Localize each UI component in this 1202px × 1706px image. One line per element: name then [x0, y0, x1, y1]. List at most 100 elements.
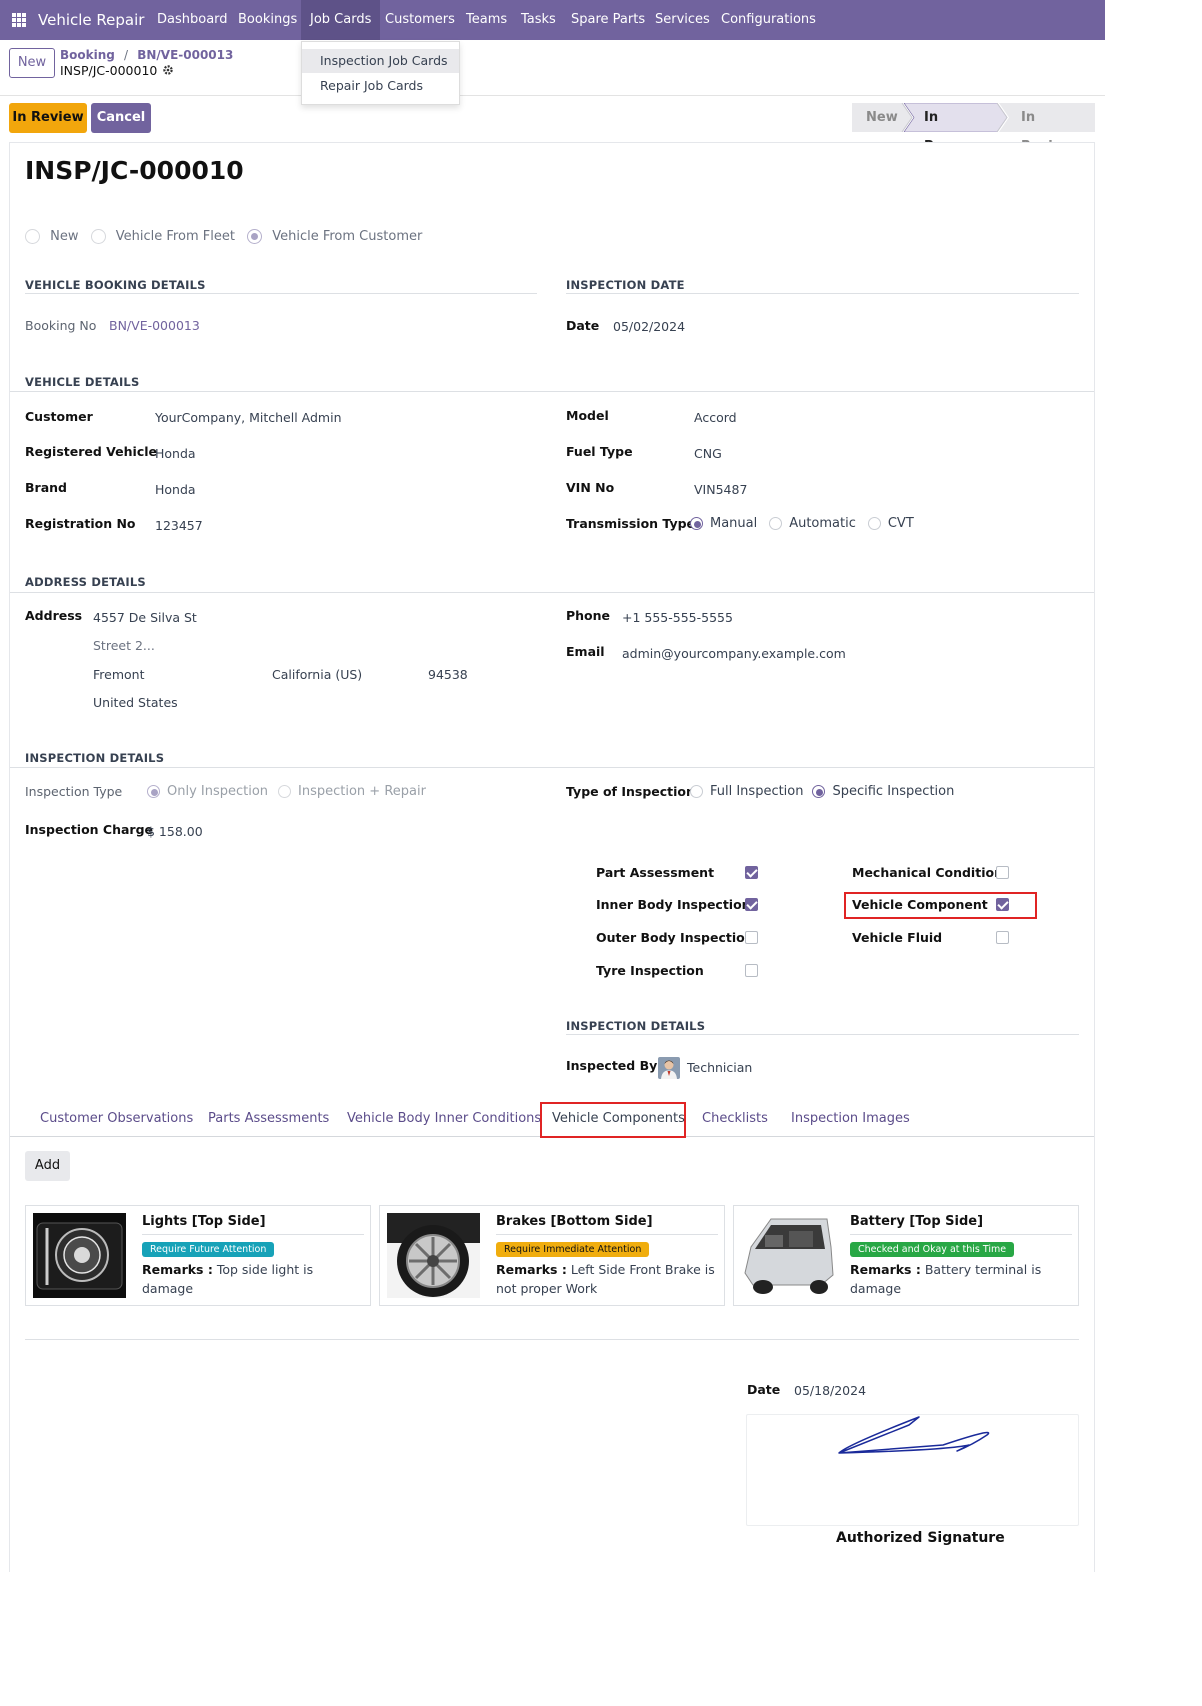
- signature-date-value[interactable]: 05/18/2024: [794, 1383, 866, 1398]
- gear-icon[interactable]: [162, 64, 174, 76]
- vin-no-value[interactable]: VIN5487: [694, 482, 747, 497]
- radio-specific-inspection[interactable]: [812, 785, 826, 798]
- menu-spare-parts[interactable]: Spare Parts: [571, 0, 645, 40]
- radio-new[interactable]: [25, 229, 40, 244]
- radio-manual-label: Manual: [709, 516, 758, 531]
- menu-customers[interactable]: Customers: [385, 0, 455, 40]
- apps-grid-icon[interactable]: [12, 13, 26, 27]
- tab-vehicle-body-inner-conditions[interactable]: Vehicle Body Inner Conditions: [347, 1103, 541, 1135]
- customer-label: Customer: [25, 409, 93, 424]
- type-of-inspection-radio-group: Full Inspection Specific Inspection: [690, 783, 954, 799]
- vehicle-component-label: Vehicle Component: [852, 897, 988, 912]
- vehicle-component-checkbox[interactable]: [996, 898, 1009, 911]
- menu-services[interactable]: Services: [655, 0, 710, 40]
- signature-pad[interactable]: [746, 1414, 1079, 1526]
- email-value[interactable]: admin@yourcompany.example.com: [622, 646, 846, 661]
- menu-tasks[interactable]: Tasks: [521, 0, 556, 40]
- outer-body-inspection-checkbox[interactable]: [745, 931, 758, 944]
- cancel-button[interactable]: Cancel: [91, 103, 151, 133]
- inspected-by-value[interactable]: Technician: [687, 1060, 752, 1075]
- city-field[interactable]: Fremont: [93, 667, 144, 682]
- radio-vehicle-from-customer[interactable]: [247, 229, 263, 244]
- fuel-type-value[interactable]: CNG: [694, 446, 722, 461]
- tyre-inspection-label: Tyre Inspection: [596, 963, 704, 978]
- radio-manual[interactable]: [690, 517, 703, 530]
- divider: [25, 293, 537, 294]
- breadcrumb-current: INSP/JC-000010: [60, 63, 174, 79]
- registered-vehicle-value[interactable]: Honda: [155, 446, 196, 461]
- menu-dashboard[interactable]: Dashboard: [157, 0, 228, 40]
- phone-value[interactable]: +1 555-555-5555: [622, 610, 733, 625]
- status-new[interactable]: New: [866, 103, 898, 132]
- radio-fleet-label: Vehicle From Fleet: [115, 229, 235, 244]
- vehicle-fluid-label: Vehicle Fluid: [852, 930, 943, 945]
- inspected-by-label: Inspected By: [566, 1058, 658, 1073]
- registration-no-value[interactable]: 123457: [155, 518, 203, 533]
- radio-full-inspection[interactable]: [690, 785, 703, 798]
- tab-inspection-images[interactable]: Inspection Images: [791, 1103, 910, 1135]
- status-in-review[interactable]: In Review: [1021, 103, 1074, 154]
- customer-value[interactable]: YourCompany, Mitchell Admin: [155, 410, 342, 425]
- menu-bookings[interactable]: Bookings: [238, 0, 297, 40]
- radio-cvt[interactable]: [867, 517, 881, 530]
- radio-inspection-repair-label: Inspection + Repair: [298, 784, 426, 799]
- component-card[interactable]: Brakes [Bottom Side] Require Immediate A…: [379, 1205, 725, 1306]
- technician-avatar: [658, 1057, 680, 1079]
- inner-body-inspection-label: Inner Body Inspection: [596, 897, 751, 912]
- inspection-charge-value[interactable]: $ 158.00: [147, 824, 203, 839]
- headlight-image-icon: [33, 1213, 126, 1298]
- divider: [850, 1234, 1072, 1235]
- dropdown-repair-job-cards[interactable]: Repair Job Cards: [302, 74, 459, 98]
- in-review-button[interactable]: In Review: [9, 103, 87, 133]
- country-field[interactable]: United States: [93, 695, 178, 710]
- phone-label: Phone: [566, 608, 611, 623]
- mechanical-condition-checkbox[interactable]: [996, 866, 1009, 879]
- radio-cvt-label: CVT: [887, 516, 914, 531]
- status-in-progress[interactable]: In Progress: [924, 103, 989, 154]
- state-field[interactable]: California (US): [272, 667, 362, 682]
- add-component-button[interactable]: Add: [25, 1151, 70, 1181]
- tab-customer-observations[interactable]: Customer Observations: [40, 1103, 193, 1135]
- registration-no-label: Registration No: [25, 516, 136, 531]
- radio-automatic[interactable]: [769, 517, 783, 530]
- new-record-button[interactable]: New: [9, 48, 55, 78]
- inner-body-inspection-checkbox[interactable]: [745, 898, 758, 911]
- street-field[interactable]: 4557 De Silva St: [93, 610, 197, 625]
- menu-configurations[interactable]: Configurations: [721, 0, 816, 40]
- vehicle-source-radio-group: New Vehicle From Fleet Vehicle From Cust…: [25, 229, 422, 244]
- tyre-inspection-checkbox[interactable]: [745, 964, 758, 977]
- breadcrumb-record-link[interactable]: BN/VE-000013: [137, 48, 233, 62]
- section-vehicle-details: VEHICLE DETAILS: [25, 375, 140, 389]
- tab-checklists[interactable]: Checklists: [702, 1103, 768, 1135]
- status-badge: Require Future Attention: [142, 1242, 275, 1257]
- radio-full-inspection-label: Full Inspection: [709, 784, 804, 799]
- zip-field[interactable]: 94538: [428, 667, 468, 682]
- inspection-date-value[interactable]: 05/02/2024: [613, 319, 685, 334]
- divider: [25, 1339, 1079, 1340]
- radio-only-inspection[interactable]: [147, 785, 160, 798]
- radio-inspection-repair[interactable]: [278, 785, 292, 798]
- brand-value[interactable]: Honda: [155, 482, 196, 497]
- breadcrumb: Booking / BN/VE-000013: [60, 48, 233, 63]
- job-cards-dropdown: Inspection Job Cards Repair Job Cards: [301, 41, 460, 105]
- component-card[interactable]: Battery [Top Side] Checked and Okay at t…: [733, 1205, 1079, 1306]
- component-card[interactable]: Lights [Top Side] Require Future Attenti…: [25, 1205, 371, 1306]
- radio-vehicle-from-fleet[interactable]: [90, 229, 106, 244]
- dropdown-inspection-job-cards[interactable]: Inspection Job Cards: [302, 49, 459, 73]
- inspection-type-label: Inspection Type: [25, 784, 123, 799]
- part-assessment-checkbox[interactable]: [745, 866, 758, 879]
- breadcrumb-booking-link[interactable]: Booking: [60, 48, 115, 62]
- divider: [10, 767, 1094, 768]
- menu-teams[interactable]: Teams: [466, 0, 507, 40]
- section-booking-details: VEHICLE BOOKING DETAILS: [25, 278, 206, 292]
- tab-vehicle-components[interactable]: Vehicle Components: [552, 1103, 685, 1135]
- tab-parts-assessments[interactable]: Parts Assessments: [208, 1103, 329, 1135]
- app-title[interactable]: Vehicle Repair: [38, 0, 144, 40]
- model-value[interactable]: Accord: [694, 410, 737, 425]
- section-inspection-details-2: INSPECTION DETAILS: [566, 1019, 706, 1033]
- street2-field[interactable]: Street 2...: [93, 638, 155, 653]
- divider: [566, 293, 1079, 294]
- booking-no-link[interactable]: BN/VE-000013: [109, 318, 200, 333]
- vehicle-fluid-checkbox[interactable]: [996, 931, 1009, 944]
- menu-job-cards[interactable]: Job Cards: [301, 0, 381, 40]
